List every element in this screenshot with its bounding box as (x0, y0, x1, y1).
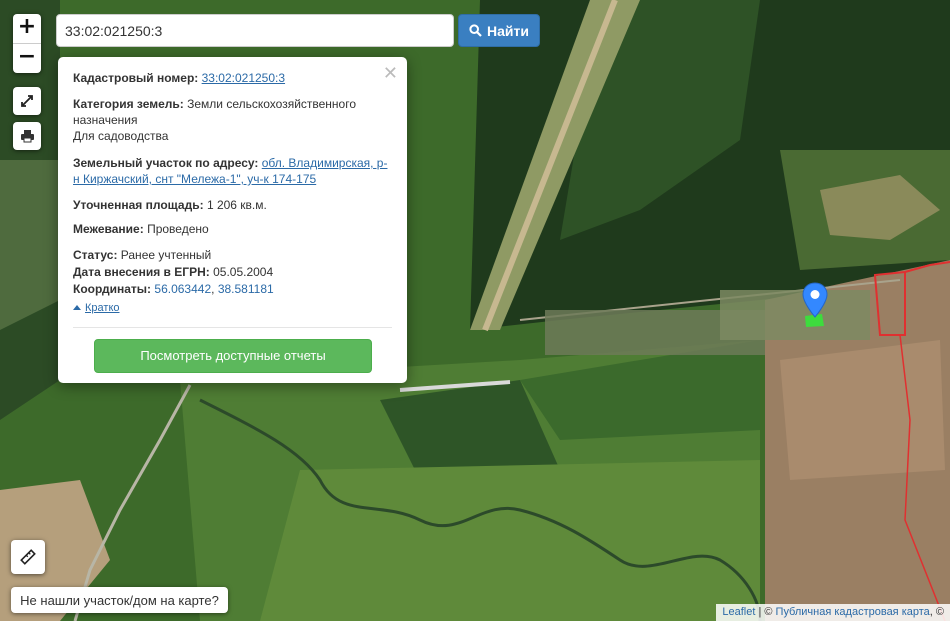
zoom-in-button[interactable]: + (13, 14, 41, 44)
status-row: Статус: Ранее учтенный (73, 247, 393, 263)
address-label: Земельный участок по адресу: (73, 156, 259, 170)
fullscreen-button[interactable] (13, 87, 41, 115)
parcel-info-popup: ✕ Кадастровый номер: 33:02:021250:3 Кате… (58, 57, 407, 383)
find-button[interactable]: Найти (458, 14, 540, 47)
coords-separator: , (211, 282, 215, 296)
popup-divider (73, 327, 392, 328)
attribution-trailing: , © (929, 606, 944, 618)
cadastral-number-link[interactable]: 33:02:021250:3 (202, 71, 285, 85)
brief-label: Кратко (85, 302, 120, 314)
leaflet-link[interactable]: Leaflet (722, 606, 755, 618)
category-label: Категория земель: (73, 97, 184, 111)
map-marker-icon[interactable] (801, 282, 829, 318)
printer-icon (20, 130, 34, 143)
coords-label: Координаты: (73, 282, 152, 296)
map-view[interactable]: + − Найти ✕ Кадастровый номер: 33:02:021… (0, 0, 950, 621)
survey-label: Межевание: (73, 222, 144, 236)
magnifier-icon (469, 24, 482, 37)
area-value: 1 206 кв.м. (206, 198, 267, 212)
map-attribution: Leaflet | © Публичная кадастровая карта,… (716, 604, 950, 621)
latitude-value[interactable]: 56.063442 (154, 282, 211, 296)
cadastral-search-input[interactable] (56, 14, 454, 47)
address-row: Земельный участок по адресу: обл. Владим… (73, 155, 393, 187)
cadastral-row: Кадастровый номер: 33:02:021250:3 (73, 70, 393, 86)
status-label: Статус: (73, 248, 118, 262)
brief-toggle[interactable]: Кратко (73, 300, 120, 316)
egrn-value: 05.05.2004 (213, 265, 274, 279)
survey-row: Межевание: Проведено (73, 221, 393, 237)
egrn-label: Дата внесения в ЕГРН: (73, 265, 210, 279)
cadastral-map-link[interactable]: Публичная кадастровая карта (776, 606, 930, 618)
area-row: Уточненная площадь: 1 206 кв.м. (73, 197, 393, 213)
longitude-value[interactable]: 38.581181 (218, 282, 274, 296)
collapse-triangle-icon (73, 305, 81, 310)
find-button-label: Найти (487, 22, 529, 39)
ruler-icon (20, 549, 36, 565)
attribution-separator: | © (758, 606, 773, 618)
category-row: Категория земель: Земли сельскохозяйстве… (73, 96, 373, 144)
fullscreen-icon (21, 95, 33, 107)
cadastral-label: Кадастровый номер: (73, 71, 199, 85)
ruler-button[interactable] (11, 540, 45, 574)
area-label: Уточненная площадь: (73, 198, 204, 212)
egrn-row: Дата внесения в ЕГРН: 05.05.2004 (73, 264, 393, 280)
survey-value: Проведено (147, 222, 209, 236)
status-value: Ранее учтенный (120, 248, 212, 262)
view-reports-button[interactable]: Посмотреть доступные отчеты (94, 339, 372, 373)
zoom-control: + − (13, 14, 41, 73)
coords-row: Координаты: 56.063442, 38.581181 (73, 281, 393, 297)
not-found-button[interactable]: Не нашли участок/дом на карте? (11, 587, 228, 613)
usage-value: Для садоводства (73, 129, 169, 143)
zoom-out-button[interactable]: − (13, 44, 41, 73)
print-button[interactable] (13, 122, 41, 150)
